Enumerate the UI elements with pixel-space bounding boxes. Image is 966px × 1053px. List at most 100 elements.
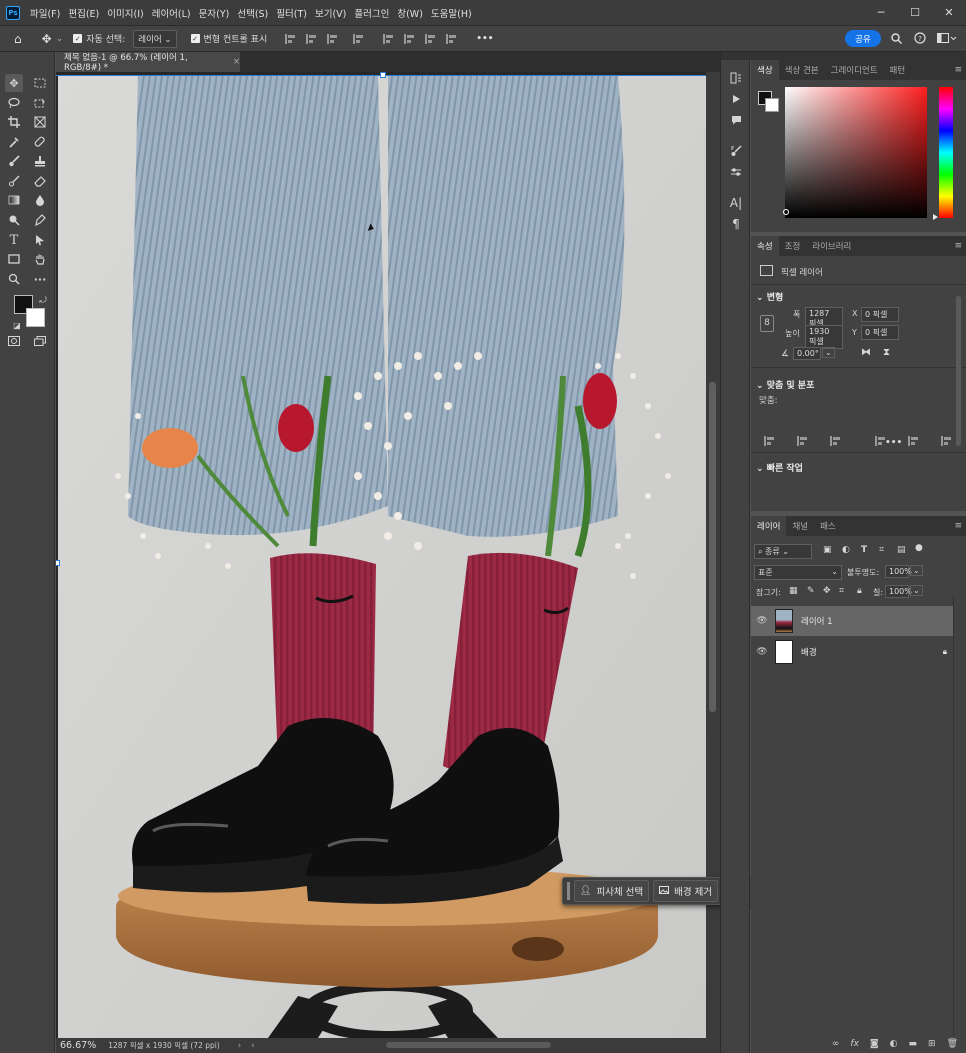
- opacity-field[interactable]: 100%: [885, 565, 912, 578]
- actions-play-icon[interactable]: [727, 90, 745, 108]
- menu-layer[interactable]: 레이어(L): [148, 6, 195, 20]
- height-field[interactable]: 1930 픽셀: [805, 325, 843, 349]
- healing-brush-tool-icon[interactable]: [31, 133, 49, 151]
- panel-menu-icon[interactable]: ≡: [954, 241, 962, 251]
- auto-select-dropdown[interactable]: 레이어 ⌄: [133, 29, 177, 48]
- more-align-options[interactable]: •••: [885, 438, 902, 448]
- history-brush-tool-icon[interactable]: [5, 172, 23, 190]
- more-tools-icon[interactable]: ···: [31, 270, 49, 288]
- comments-icon[interactable]: [727, 111, 745, 129]
- angle-dropdown[interactable]: ⌄: [822, 347, 835, 358]
- menu-edit[interactable]: 편집(E): [64, 6, 103, 20]
- layer-name[interactable]: 배경: [801, 646, 817, 658]
- new-group-icon[interactable]: ▬: [909, 1039, 918, 1049]
- eyedropper-tool-icon[interactable]: [5, 133, 23, 151]
- align-horizontal-centers-icon[interactable]: [797, 436, 799, 446]
- drag-handle[interactable]: [567, 882, 570, 900]
- scrollbar-thumb[interactable]: [709, 382, 716, 712]
- tab-channels[interactable]: 채널: [786, 516, 814, 536]
- dodge-tool-icon[interactable]: [5, 211, 23, 229]
- search-icon[interactable]: [889, 31, 903, 45]
- tab-color[interactable]: 색상: [751, 60, 779, 80]
- angle-field[interactable]: 0.00°: [793, 347, 821, 360]
- opacity-dropdown[interactable]: ⌄: [910, 565, 923, 576]
- filter-type-icon[interactable]: T: [861, 545, 867, 555]
- tab-swatches[interactable]: 색상 견본: [779, 60, 825, 80]
- new-layer-icon[interactable]: ⊞: [928, 1039, 936, 1049]
- panel-menu-icon[interactable]: ≡: [954, 65, 962, 75]
- align-right-icon[interactable]: [327, 33, 339, 44]
- chevron-down-icon[interactable]: ⌄: [56, 34, 64, 44]
- tab-libraries[interactable]: 라이브러리: [806, 236, 857, 256]
- horizontal-scrollbar[interactable]: [386, 1042, 551, 1048]
- marquee-tool-icon[interactable]: [31, 74, 49, 92]
- auto-select-checkbox[interactable]: ✓: [73, 34, 83, 43]
- quick-actions-section-header[interactable]: ⌄ 빠른 작업: [756, 461, 803, 474]
- brush-tool-icon[interactable]: [5, 152, 23, 170]
- screen-mode-icon[interactable]: [31, 332, 49, 350]
- lasso-tool-icon[interactable]: [5, 94, 23, 112]
- filter-pixel-icon[interactable]: ▣: [823, 545, 832, 555]
- align-right-edges-icon[interactable]: [830, 436, 832, 446]
- document-tab[interactable]: 제목 없음-1 @ 66.7% (레이어 1, RGB/8#) * ×: [56, 52, 240, 73]
- align-middle-icon[interactable]: [404, 33, 416, 44]
- filter-toggle-icon[interactable]: ●: [915, 543, 923, 553]
- type-tool-icon[interactable]: T: [5, 231, 23, 249]
- flip-horizontal-icon[interactable]: ⧓: [861, 347, 871, 358]
- hand-tool-icon[interactable]: [31, 250, 49, 268]
- align-left-icon[interactable]: [285, 33, 297, 44]
- hue-slider[interactable]: [939, 87, 953, 218]
- align-left-edges-icon[interactable]: [764, 436, 766, 446]
- paragraph-panel-icon[interactable]: ¶: [727, 215, 745, 233]
- layer-name[interactable]: 레이어 1: [801, 615, 833, 627]
- eraser-tool-icon[interactable]: [31, 172, 49, 190]
- history-panel-icon[interactable]: [727, 69, 745, 87]
- new-adjustment-layer-icon[interactable]: ◐: [890, 1039, 898, 1049]
- menu-filter[interactable]: 필터(T): [272, 6, 311, 20]
- blend-mode-dropdown[interactable]: 표준 ⌄: [754, 565, 842, 580]
- tab-patterns[interactable]: 패턴: [884, 60, 912, 80]
- properties-scrollbar[interactable]: [956, 296, 961, 446]
- transform-section-header[interactable]: ⌄ 변형: [756, 290, 783, 303]
- blur-tool-icon[interactable]: [31, 191, 49, 209]
- filter-adjustment-icon[interactable]: ◐: [842, 545, 850, 555]
- clone-source-icon[interactable]: [727, 163, 745, 181]
- link-dimensions-icon[interactable]: 8: [760, 315, 774, 332]
- link-layers-icon[interactable]: ∞: [832, 1039, 840, 1049]
- path-selection-tool-icon[interactable]: [31, 231, 49, 249]
- distribute-vertical-icon[interactable]: [446, 33, 458, 44]
- align-bottom-icon[interactable]: [425, 33, 437, 44]
- lock-artboard-icon[interactable]: ⌗: [839, 586, 844, 596]
- tab-layers[interactable]: 레이어: [751, 516, 787, 536]
- color-background-swatch[interactable]: [765, 98, 779, 112]
- menu-file[interactable]: 파일(F): [26, 6, 64, 20]
- distribute-icon[interactable]: [353, 33, 365, 44]
- menu-help[interactable]: 도움말(H): [427, 6, 476, 20]
- remove-background-button[interactable]: 배경 제거: [653, 880, 719, 902]
- align-section-header[interactable]: ⌄ 맞춤 및 분포: [756, 378, 814, 391]
- quick-mask-icon[interactable]: [5, 332, 23, 350]
- visibility-eye-icon[interactable]: 👁︎: [751, 647, 773, 657]
- flip-vertical-icon[interactable]: ⧗: [883, 347, 890, 358]
- tab-adjustments[interactable]: 조정: [779, 236, 807, 256]
- lock-all-icon[interactable]: 🔒︎: [857, 586, 862, 596]
- lock-position-icon[interactable]: ✥: [823, 586, 831, 596]
- filter-smart-object-icon[interactable]: ▤: [897, 545, 906, 555]
- delete-layer-icon[interactable]: 🗑︎: [947, 1039, 958, 1049]
- transform-controls-checkbox[interactable]: ✓: [190, 34, 200, 43]
- x-field[interactable]: 0 픽셀: [861, 307, 899, 322]
- layer-row[interactable]: 👁︎ 레이어 1: [751, 606, 953, 636]
- brush-settings-icon[interactable]: [727, 142, 745, 160]
- gradient-tool-icon[interactable]: [5, 191, 23, 209]
- rectangle-tool-icon[interactable]: [5, 250, 23, 268]
- move-tool-icon[interactable]: ✥: [5, 74, 23, 92]
- background-color-swatch[interactable]: [26, 308, 45, 327]
- pen-tool-icon[interactable]: [31, 211, 49, 229]
- menu-type[interactable]: 문자(Y): [195, 6, 234, 20]
- filter-shape-icon[interactable]: ⌗: [879, 545, 884, 555]
- menu-window[interactable]: 창(W): [393, 6, 427, 20]
- layer-row[interactable]: 👁︎ 배경 🔒︎: [751, 637, 953, 667]
- crop-tool-icon[interactable]: [5, 113, 23, 131]
- align-top-icon[interactable]: [383, 33, 395, 44]
- status-chevron-icon[interactable]: ›: [238, 1041, 241, 1051]
